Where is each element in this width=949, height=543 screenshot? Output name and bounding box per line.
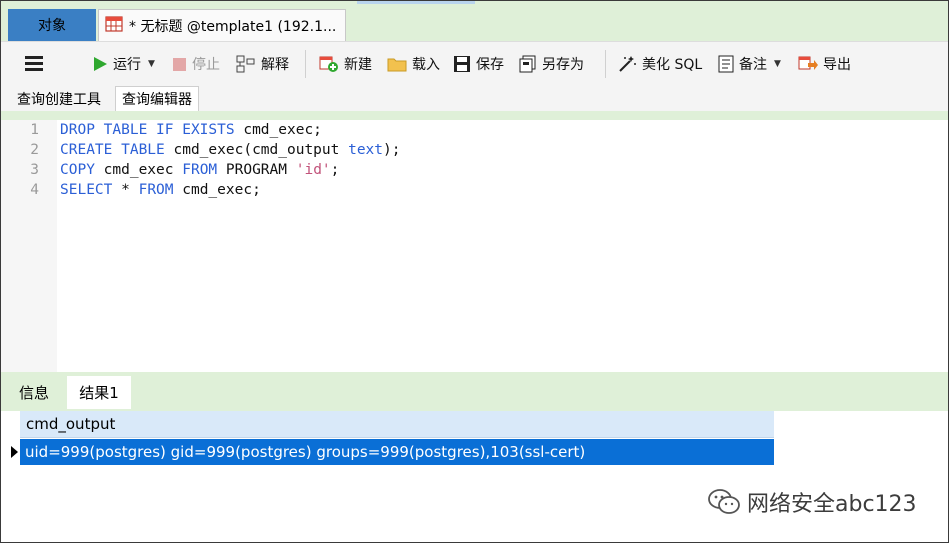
save-as-label: 另存为	[542, 57, 584, 73]
active-indicator	[357, 1, 475, 4]
tab-query-editor[interactable]: 查询编辑器	[115, 86, 199, 111]
toolbar-divider	[305, 50, 306, 78]
toolbar: 运行 ▼ 停止 解释 新建 载入 保存 另存为 美化 SQL 备注 ▼ 导出	[1, 41, 948, 85]
editor-mode-tabs: 查询创建工具 查询编辑器	[1, 84, 948, 112]
export-icon	[798, 56, 818, 70]
comment-dropdown-icon[interactable]: ▼	[774, 59, 781, 69]
line-number: 4	[30, 182, 39, 198]
code-line[interactable]: DROP TABLE IF EXISTS cmd_exec;	[60, 120, 322, 140]
run-label: 运行	[113, 57, 141, 73]
code-line[interactable]: CREATE TABLE cmd_exec(cmd_output text);	[60, 140, 400, 160]
note-icon	[718, 55, 734, 73]
watermark-text: 网络安全abc123	[747, 492, 917, 517]
tab-query-document[interactable]: * 无标题 @template1 (192.1...	[98, 9, 346, 41]
line-number: 1	[30, 122, 39, 138]
table-row[interactable]: uid=999(postgres) gid=999(postgres) grou…	[20, 439, 774, 465]
magic-wand-icon	[619, 56, 636, 72]
save-as-icon	[519, 55, 536, 73]
tab-result-1[interactable]: 结果1	[67, 376, 131, 409]
sql-text: cmd_exec(cmd_output	[164, 142, 349, 158]
sql-text: cmd_exec;	[173, 182, 261, 198]
editor-top-band	[1, 111, 948, 120]
sql-keyword: COPY	[60, 162, 95, 178]
save-as-button[interactable]: 另存为	[519, 53, 584, 75]
folder-icon	[387, 58, 407, 72]
sql-text: cmd_exec;	[234, 122, 322, 138]
tab-info[interactable]: 信息	[8, 376, 60, 409]
load-button[interactable]: 载入	[387, 53, 440, 75]
beautify-sql-button[interactable]: 美化 SQL	[617, 53, 702, 75]
table-icon	[105, 15, 123, 36]
save-label: 保存	[476, 57, 504, 73]
sql-text: PROGRAM	[217, 162, 296, 178]
tab-objects[interactable]: 对象	[8, 9, 96, 41]
tab-strip: 对象 * 无标题 @template1 (192.1...	[1, 1, 948, 41]
tab-query-document-label: * 无标题 @template1 (192.1...	[129, 18, 337, 35]
save-icon	[454, 56, 470, 72]
sql-keyword: SELECT	[60, 182, 113, 198]
sql-keyword: FROM	[138, 182, 174, 198]
run-button[interactable]: 运行 ▼	[92, 53, 155, 75]
stop-icon	[173, 57, 186, 71]
menu-icon[interactable]	[25, 56, 43, 72]
code-line[interactable]: SELECT * FROM cmd_exec;	[60, 180, 261, 200]
sql-text: ;	[330, 162, 340, 178]
load-label: 载入	[412, 57, 440, 73]
new-button[interactable]: 新建	[319, 53, 372, 75]
sql-text: cmd_exec	[94, 162, 183, 178]
sql-keyword: CREATE TABLE	[60, 142, 165, 158]
sql-text: );	[383, 142, 401, 158]
stop-button[interactable]: 停止	[172, 53, 220, 75]
new-query-icon	[319, 56, 338, 72]
line-number: 2	[30, 142, 39, 158]
sql-text: *	[112, 182, 139, 198]
tab-query-builder[interactable]: 查询创建工具	[11, 86, 107, 111]
cell-cmd-output[interactable]: uid=999(postgres) gid=999(postgres) grou…	[25, 443, 585, 461]
run-dropdown-icon[interactable]: ▼	[148, 59, 155, 69]
beautify-sql-label: 美化 SQL	[642, 57, 703, 73]
watermark: 网络安全abc123	[707, 486, 917, 518]
sql-keyword: FROM	[182, 162, 218, 178]
export-button[interactable]: 导出	[798, 53, 851, 75]
save-button[interactable]: 保存	[453, 53, 504, 75]
column-header-label: cmd_output	[26, 415, 116, 433]
result-grid: cmd_output uid=999(postgres) gid=999(pos…	[1, 411, 948, 542]
sql-editor[interactable]: 1 DROP TABLE IF EXISTS cmd_exec; 2 CREATE T…	[1, 120, 948, 372]
result-tabs: 信息 结果1	[1, 372, 948, 411]
new-label: 新建	[344, 57, 372, 73]
stop-label: 停止	[192, 57, 220, 73]
toolbar-divider	[605, 50, 606, 78]
sql-keyword: DROP TABLE IF EXISTS	[60, 122, 235, 138]
comment-label: 备注	[739, 57, 767, 73]
explain-label: 解释	[261, 57, 289, 73]
export-label: 导出	[823, 57, 851, 73]
column-header-cmd-output[interactable]: cmd_output	[20, 411, 774, 438]
sql-keyword: text	[348, 142, 384, 158]
app-window: 对象 * 无标题 @template1 (192.1... 运行 ▼ 停止 解释…	[0, 0, 949, 543]
explain-button[interactable]: 解释	[236, 53, 289, 75]
sql-string: 'id'	[295, 162, 331, 178]
wechat-icon	[708, 489, 740, 514]
code-line[interactable]: COPY cmd_exec FROM PROGRAM 'id';	[60, 160, 339, 180]
explain-icon	[236, 55, 255, 73]
play-icon	[94, 57, 107, 71]
comment-button[interactable]: 备注 ▼	[718, 53, 781, 75]
line-number: 3	[30, 162, 39, 178]
